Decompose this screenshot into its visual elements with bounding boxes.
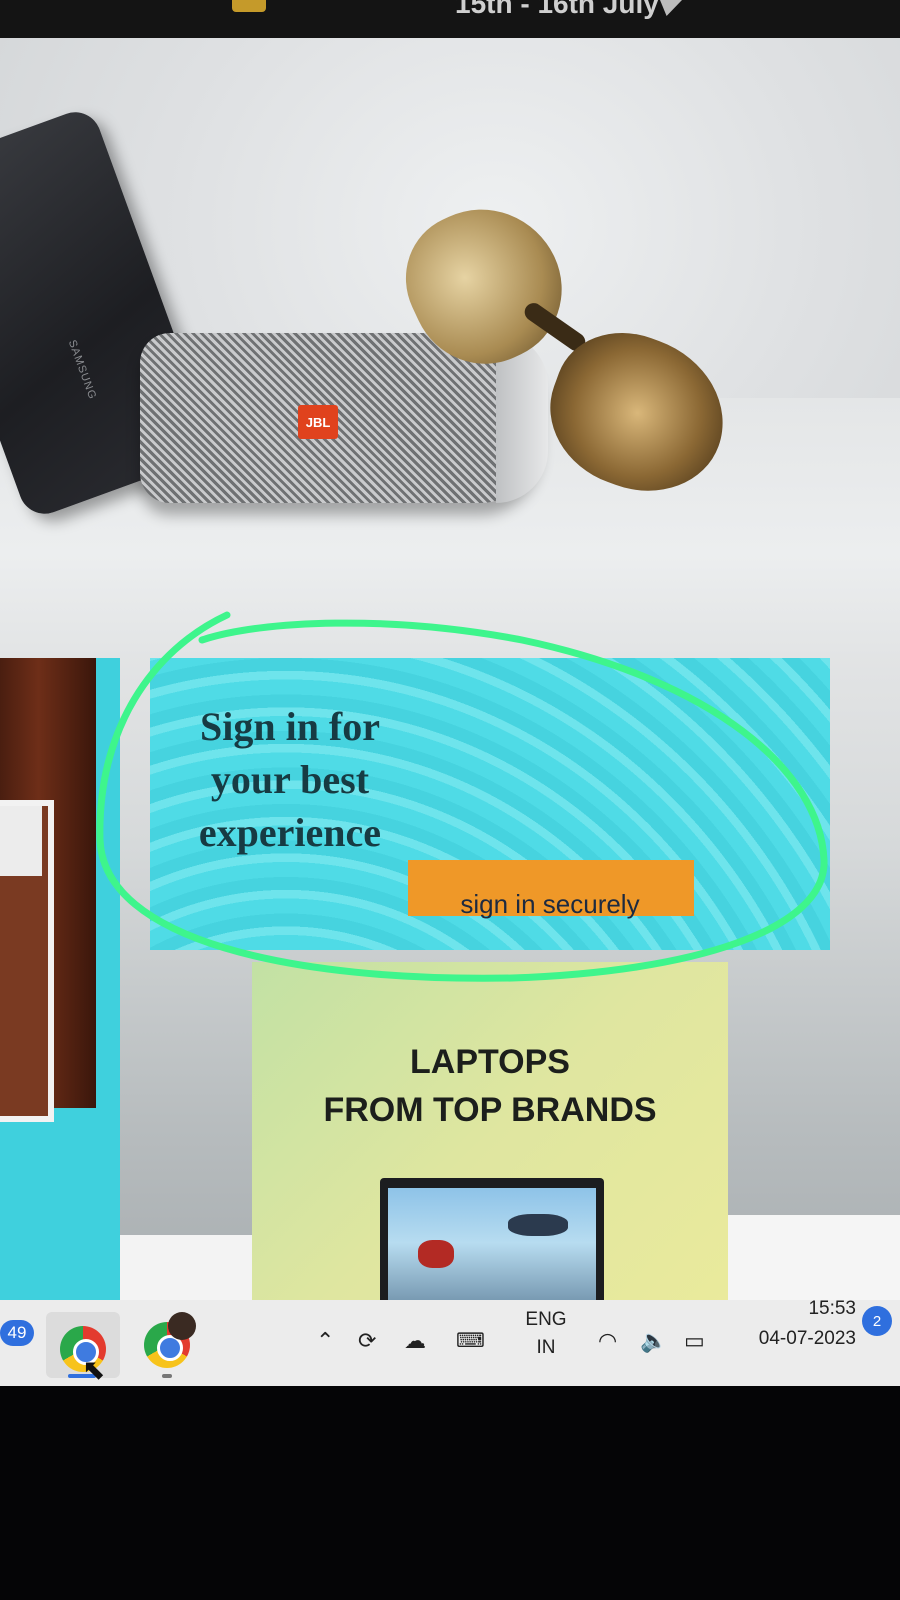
laptop-image[interactable] (380, 1178, 604, 1310)
mouse-cursor-icon: ⬉ (82, 1354, 106, 1385)
phone-brand-text: SAMSUNG (65, 338, 99, 402)
arrow-icon (660, 0, 682, 16)
lens-left (384, 183, 586, 388)
clock-date: 04-07-2023 (758, 1328, 856, 1349)
laptops-title-line2: FROM TOP BRANDS (323, 1091, 657, 1129)
laptops-card-title: LAPTOPS FROM TOP BRANDS (252, 1038, 728, 1134)
cloud-icon[interactable]: ☁ (404, 1328, 426, 1354)
deal-dates-text: 15th - 16th July (455, 0, 659, 19)
sign-in-button-label[interactable]: sign in securely (440, 886, 660, 922)
signin-card-title: Sign in for your best experience (198, 704, 382, 855)
language-indicator[interactable]: ENG IN (520, 1306, 572, 1362)
keyboard-icon[interactable]: ⌨ (456, 1328, 485, 1354)
widgets-badge[interactable]: 49 (0, 1320, 34, 1346)
gift-icon (232, 0, 266, 12)
laptops-title-line1: LAPTOPS (410, 1043, 570, 1081)
region-code: IN (536, 1337, 556, 1358)
battery-icon[interactable]: ▭ (684, 1328, 705, 1354)
clock-time: 15:53 (808, 1298, 856, 1319)
running-indicator (162, 1374, 172, 1378)
deal-banner-strip[interactable]: 15th - 16th July (0, 0, 900, 38)
wifi-icon[interactable]: ◠ (598, 1328, 617, 1354)
notification-badge[interactable]: 2 (862, 1306, 892, 1336)
browser-viewport: 15th - 16th July SAMSUNG JBL Sign in for… (0, 0, 900, 1410)
drawer-image (0, 800, 54, 1122)
chevron-up-icon[interactable]: ⌃ (316, 1328, 334, 1354)
sync-icon[interactable]: ⟳ (358, 1328, 376, 1354)
volume-icon[interactable]: 🔈 (640, 1328, 667, 1354)
page-gap (120, 1235, 252, 1310)
profile-avatar (168, 1312, 196, 1340)
clock[interactable]: 15:53 04-07-2023 (736, 1294, 856, 1354)
hero-banner[interactable]: SAMSUNG JBL (0, 38, 900, 658)
language-code: ENG (525, 1309, 567, 1330)
speaker-logo: JBL (298, 405, 338, 439)
laptop-screen (388, 1188, 596, 1310)
monitor-bezel (0, 1386, 900, 1600)
sunglasses-image (384, 183, 746, 518)
